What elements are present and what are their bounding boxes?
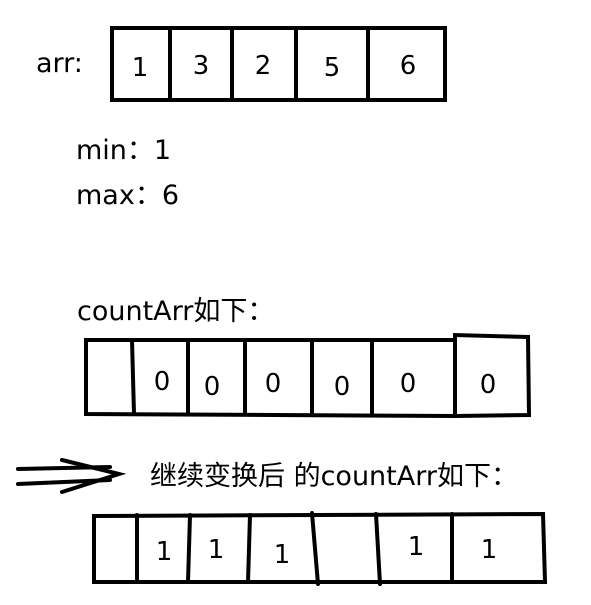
final-count-arr-cell: 1 [408,532,425,562]
final-count-arr-cell: 1 [274,540,291,570]
final-count-arr-cell: 1 [481,535,498,565]
count-arr-cell: 0 [265,369,282,399]
min-text: min：1 [76,135,171,166]
diagram-canvas: arr: 1 3 2 5 6 min：1 max：6 countArr如下： 0… [16,26,548,586]
count-arr-outline [84,332,532,419]
arr-cell: 1 [132,53,149,83]
arr-cell: 5 [324,53,341,83]
arr-cell: 6 [400,51,417,81]
max-text: max：6 [76,180,179,211]
final-count-arr-box: 1 1 1 1 1 [92,511,548,586]
final-count-arr-cell: 1 [208,535,225,565]
count-arr-cell: 0 [480,370,497,400]
after-caption: 继续变换后 的countArr如下： [150,461,518,492]
count-arr-cell: 0 [204,372,221,402]
count-arr-cell: 0 [400,369,417,399]
count-arr-title: countArr如下： [77,296,274,327]
count-arr-cell: 0 [154,367,171,397]
count-arr-divider [130,338,136,416]
final-count-arr-divider [246,513,252,584]
final-count-arr-divider [186,513,192,584]
double-arrow-icon [16,458,127,494]
count-arr-box: 0 0 0 0 0 0 [84,332,532,419]
count-arr-cell: 0 [334,372,351,402]
final-count-arr-divider [374,512,382,586]
arr-cell: 3 [193,51,210,81]
final-count-arr-cell: 1 [156,537,173,567]
arr-label: arr: [36,48,83,79]
arrowhead-icon [60,458,127,494]
final-count-arr-divider [310,511,320,586]
arr-cell: 2 [255,51,272,81]
arr-outline [110,26,447,102]
arr-box: 1 3 2 5 6 [110,26,447,102]
